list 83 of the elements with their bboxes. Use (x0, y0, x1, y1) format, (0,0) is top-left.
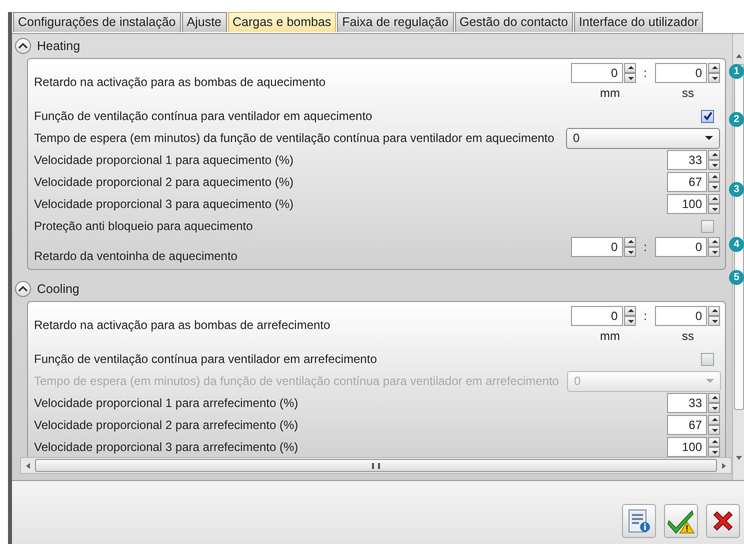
spin-down-button[interactable] (624, 73, 636, 83)
setting-label: Retardo na activação para as bombas de arrefecimento (34, 318, 330, 332)
setting-label: Retardo na activação para as bombas de aquecimento (34, 75, 326, 89)
spin-down-button[interactable] (708, 204, 720, 214)
callout-badge: 3 (729, 182, 744, 197)
setting-label: Velocidade proporcional 1 para aquecimento (%) (34, 153, 294, 167)
unit-label: ss (681, 86, 695, 100)
setting-label: Proteção anti bloqueio para aquecimento (34, 219, 253, 233)
setting-label: Velocidade proporcional 1 para arrefecimento (%) (34, 396, 298, 410)
section-title: Cooling (37, 282, 80, 296)
spin-up-button[interactable] (624, 306, 636, 316)
tab[interactable]: Configurações de instalação (13, 12, 181, 32)
number-field[interactable]: 100 (667, 194, 707, 214)
spin-down-button[interactable] (708, 447, 720, 457)
setting-label: Tempo de espera (em minutos) da função de ventilação contínua para ventilador em arrefecimento (34, 374, 559, 388)
spin-up-button[interactable] (708, 63, 720, 73)
spin-down-button[interactable] (708, 425, 720, 435)
setting-label: Tempo de espera (em minutos) da função de ventilação contínua para ventilador em aquecimento (34, 131, 554, 145)
spin-down-button[interactable] (708, 403, 720, 413)
close-icon (711, 509, 735, 533)
time-separator: : (642, 309, 648, 323)
spin-up-button[interactable] (708, 437, 720, 447)
spin-up-button[interactable] (624, 237, 636, 247)
spin-down-button[interactable] (708, 247, 720, 257)
tab[interactable]: Gestão do contacto (454, 12, 573, 32)
dropdown[interactable]: 0 (566, 128, 720, 148)
setting-label: Velocidade proporcional 2 para arrefecimento (%) (34, 418, 298, 432)
number-field[interactable]: 67 (667, 415, 707, 435)
callout-badge: 4 (729, 237, 744, 252)
number-field[interactable]: 67 (667, 172, 707, 192)
spin-down-button[interactable] (708, 73, 720, 83)
spin-up-button[interactable] (708, 237, 720, 247)
info-button[interactable] (622, 504, 656, 538)
callout-badge: 2 (729, 112, 744, 127)
tab[interactable]: Ajuste (182, 12, 226, 32)
tab[interactable]: Interface do utilizador (574, 12, 704, 32)
number-field[interactable]: 0 (655, 237, 707, 257)
spin-down-button[interactable] (708, 160, 720, 170)
setting-label: Velocidade proporcional 3 para aquecimento (%) (34, 197, 294, 211)
setting-label: Função de ventilação contínua para ventilador em arrefecimento (34, 352, 377, 366)
checkbox[interactable] (701, 110, 714, 122)
number-field[interactable]: 33 (667, 393, 707, 413)
spin-down-button[interactable] (708, 182, 720, 192)
spin-up-button[interactable] (708, 306, 720, 316)
spin-up-button[interactable] (708, 415, 720, 425)
unit-label: mm (599, 329, 621, 343)
confirm-button[interactable] (664, 504, 698, 538)
spin-down-button[interactable] (624, 247, 636, 257)
spin-down-button[interactable] (708, 316, 720, 326)
time-separator: : (642, 240, 648, 254)
time-separator: : (642, 66, 648, 80)
cancel-button[interactable] (706, 504, 740, 538)
setting-label: Retardo da ventoinha de aquecimento (34, 249, 238, 263)
number-field[interactable]: 33 (667, 150, 707, 170)
checkbox[interactable] (701, 352, 714, 366)
number-field[interactable]: 0 (655, 63, 707, 83)
setting-label: Velocidade proporcional 2 para aquecimento (%) (34, 175, 294, 189)
number-field[interactable]: 0 (655, 306, 707, 326)
check-warning-icon (667, 508, 695, 534)
tab[interactable]: Faixa de regulação (337, 12, 454, 32)
section-title: Heating (37, 39, 80, 53)
number-field[interactable]: 100 (667, 437, 707, 457)
document-info-icon (626, 508, 652, 534)
tab[interactable]: Cargas e bombas (228, 12, 336, 32)
callout-badge: 5 (729, 270, 744, 285)
collapse-icon[interactable] (15, 281, 31, 297)
number-field[interactable]: 0 (570, 63, 623, 83)
horizontal-scrollbar[interactable] (20, 457, 732, 474)
spin-up-button[interactable] (708, 393, 720, 403)
checkbox[interactable] (701, 220, 714, 232)
spin-down-button[interactable] (624, 316, 636, 326)
unit-label: mm (599, 86, 621, 100)
number-field[interactable]: 0 (570, 306, 623, 326)
unit-label: ss (681, 329, 695, 343)
setting-label: Velocidade proporcional 3 para arrefecimento (%) (34, 440, 298, 454)
spin-up-button[interactable] (708, 194, 720, 204)
spin-up-button[interactable] (708, 150, 720, 160)
setting-label: Função de ventilação contínua para ventilador em aquecimento (34, 109, 372, 123)
collapse-icon[interactable] (15, 38, 31, 54)
spin-up-button[interactable] (624, 63, 636, 73)
spin-up-button[interactable] (708, 172, 720, 182)
callout-badge: 1 (729, 64, 744, 79)
number-field[interactable]: 0 (570, 237, 623, 257)
